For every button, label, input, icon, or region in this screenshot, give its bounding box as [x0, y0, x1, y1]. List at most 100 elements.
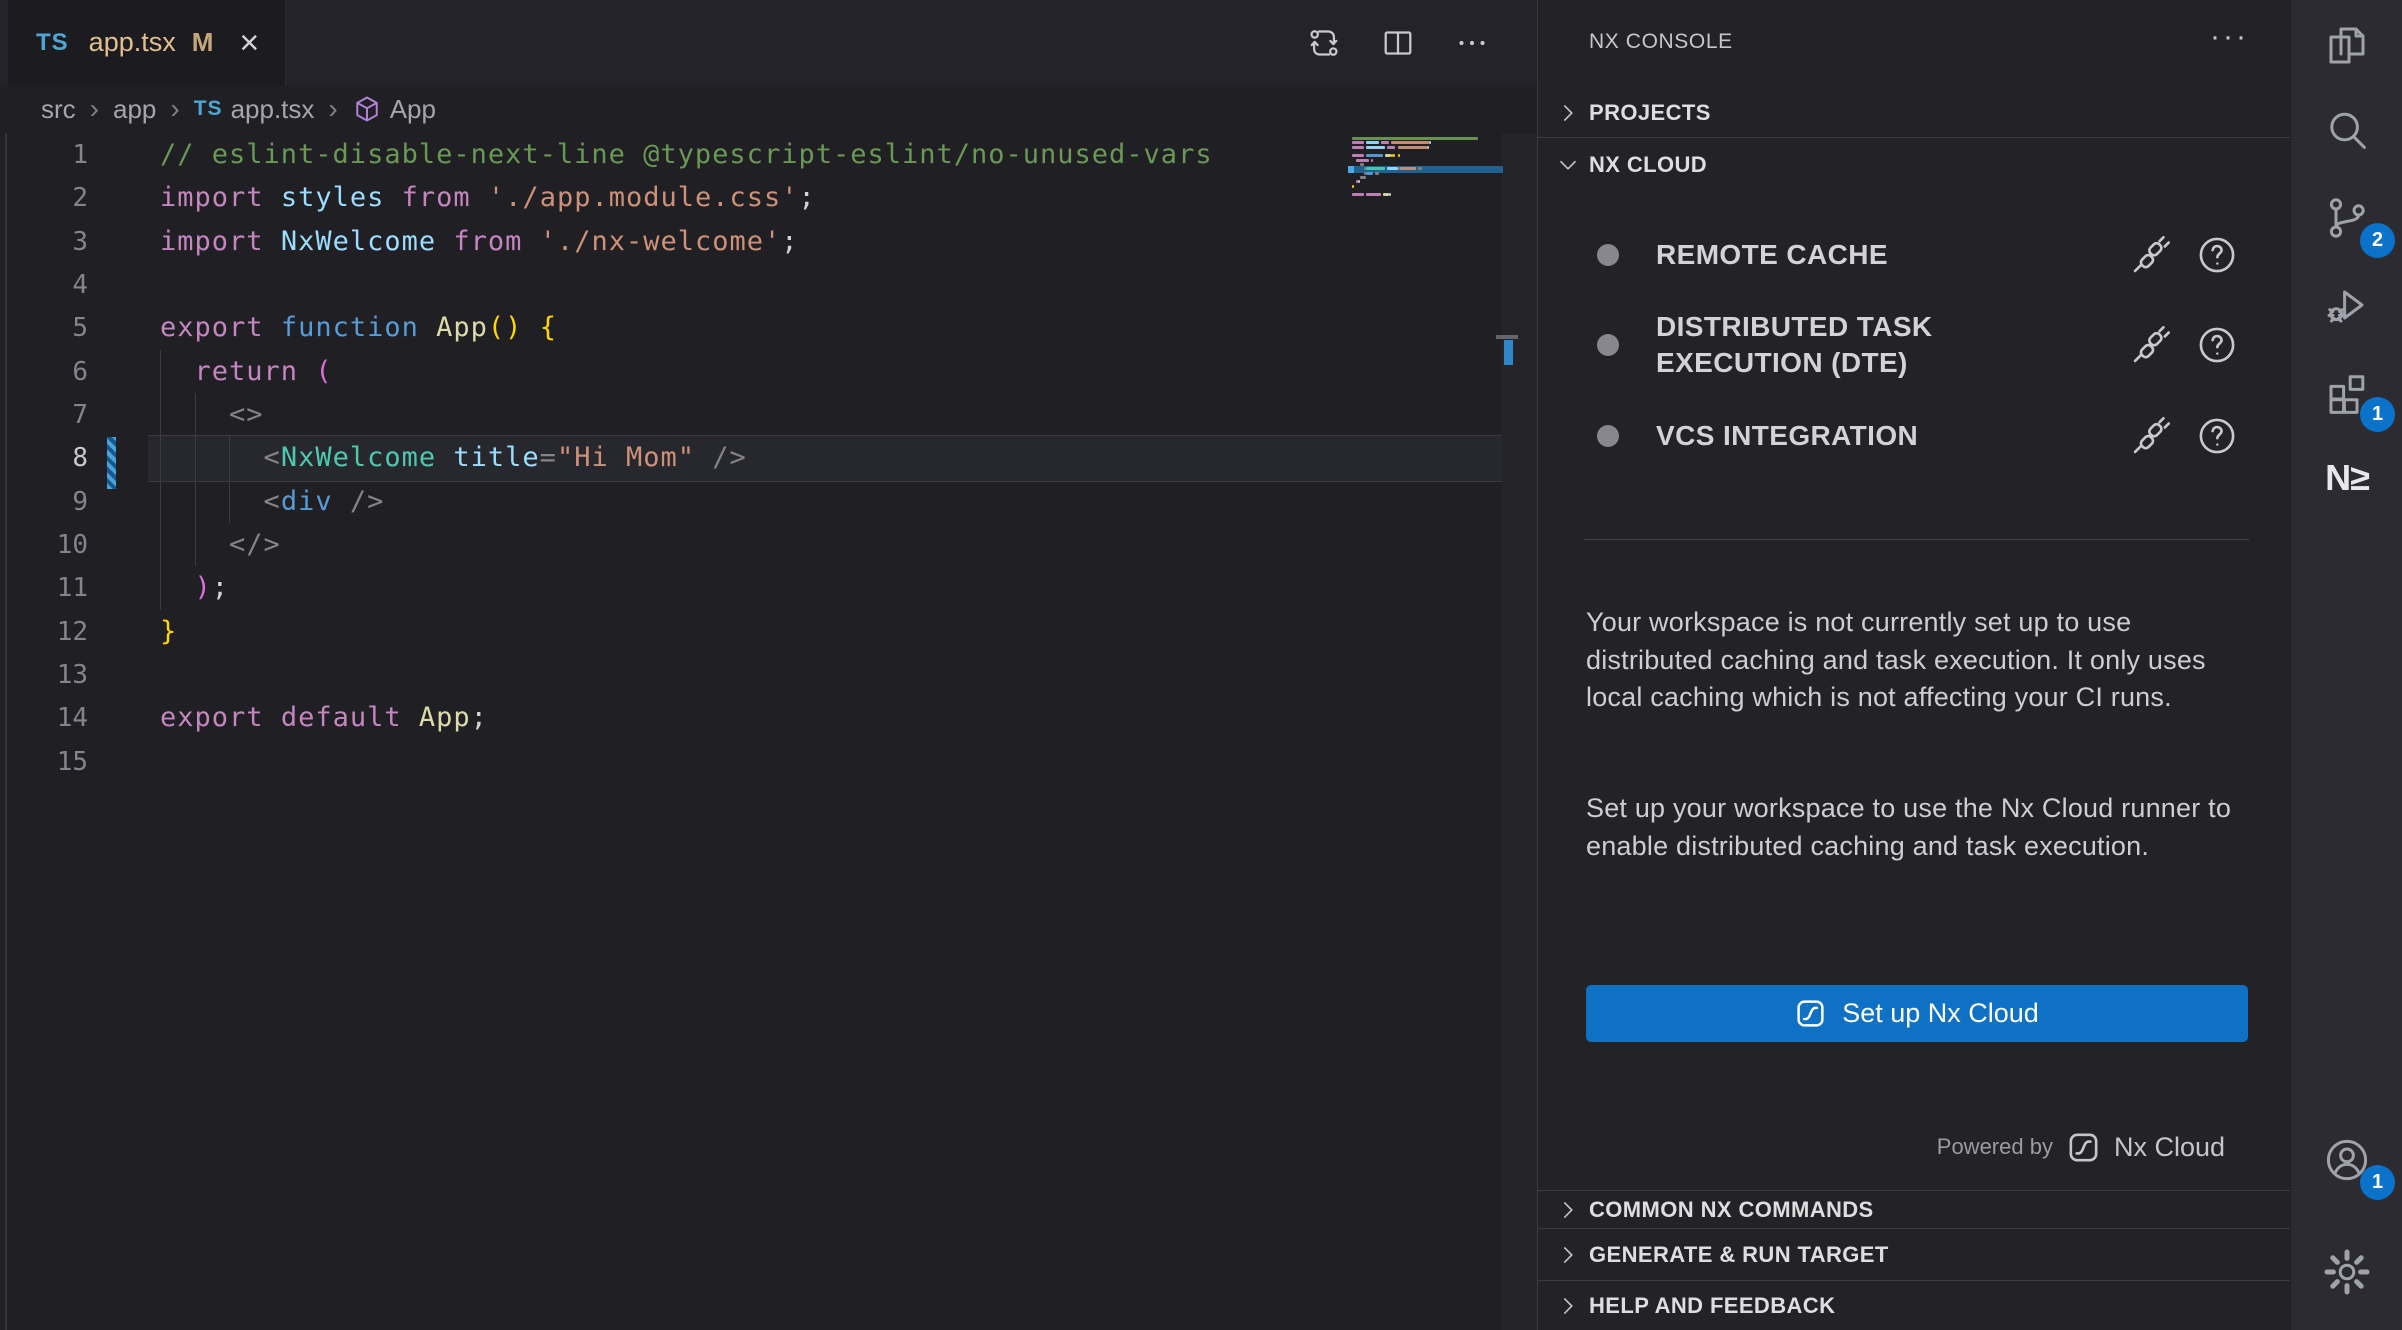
minimap-code-bar	[1389, 193, 1391, 196]
divider	[1584, 539, 2249, 540]
section-projects[interactable]: PROJECTS	[1538, 88, 2291, 138]
code-line[interactable]: 5 export function App() {	[0, 306, 1500, 350]
extensions-icon[interactable]: 1	[2291, 349, 2402, 436]
code-text[interactable]: <NxWelcome title="Hi Mom" />	[160, 436, 747, 480]
breadcrumb-item-app[interactable]: app	[113, 94, 156, 125]
line-number[interactable]: 15	[0, 740, 88, 784]
help-icon[interactable]	[2196, 324, 2238, 366]
line-number[interactable]: 13	[0, 653, 88, 697]
tab-app-tsx[interactable]: TS app.tsx M ×	[8, 0, 286, 85]
minimap-code-bar	[1360, 163, 1364, 166]
line-number[interactable]: 4	[0, 263, 88, 307]
code-line[interactable]: 4	[0, 263, 1500, 307]
line-number[interactable]: 8	[0, 436, 88, 480]
code-text[interactable]: </>	[160, 523, 281, 567]
section-label: PROJECTS	[1589, 100, 1711, 126]
code-line[interactable]: 14 export default App;	[0, 696, 1500, 740]
brand-label: Nx Cloud	[2114, 1132, 2225, 1163]
code-line[interactable]: 10 </>	[0, 523, 1500, 567]
section-nx-cloud[interactable]: NX CLOUD	[1538, 139, 2291, 191]
code-text[interactable]: // eslint-disable-next-line @typescript-…	[160, 133, 1213, 177]
code-text[interactable]: }	[160, 610, 177, 654]
status-bullet-icon	[1597, 334, 1619, 356]
section-common-nx-commands[interactable]: COMMON NX COMMANDS	[1538, 1190, 2291, 1228]
code-line[interactable]: 12}	[0, 610, 1500, 654]
line-number[interactable]: 5	[0, 306, 88, 350]
help-icon[interactable]	[2196, 415, 2238, 457]
feature-row: VCS INTEGRATION	[1538, 409, 2291, 463]
code-text[interactable]: return (	[160, 350, 333, 394]
line-number[interactable]: 14	[0, 696, 88, 740]
minimap[interactable]	[1348, 137, 1503, 377]
nx-console-icon[interactable]: N≥	[2291, 435, 2402, 522]
code-text[interactable]: export default App;	[160, 696, 488, 740]
code-line[interactable]: 13	[0, 653, 1500, 697]
editor-scrollbar[interactable]	[1502, 133, 1537, 1330]
setup-hint-text: Set up your workspace to use the Nx Clou…	[1586, 790, 2262, 865]
minimap-code-bar	[1400, 167, 1417, 170]
code-text[interactable]: <div />	[160, 480, 384, 524]
code-text[interactable]: import styles from './app.module.css';	[160, 176, 816, 220]
code-line[interactable]: 3 import NxWelcome from './nx-welcome';	[0, 220, 1500, 264]
minimap-code-bar	[1393, 154, 1395, 157]
split-editor-icon[interactable]	[1375, 20, 1421, 66]
code-line[interactable]: 2 import styles from './app.module.css';	[0, 176, 1500, 220]
line-number[interactable]: 11	[0, 566, 88, 610]
line-number[interactable]: 3	[0, 220, 88, 264]
button-label: Set up Nx Cloud	[1842, 998, 2039, 1029]
breadcrumb-separator: ›	[328, 93, 337, 125]
git-modified-badge: M	[192, 27, 214, 58]
notification-badge: 1	[2360, 1165, 2395, 1200]
code-line[interactable]: 9 <div />	[0, 480, 1500, 524]
code-text[interactable]: );	[160, 566, 229, 610]
code-line[interactable]: 15	[0, 740, 1500, 784]
code-text[interactable]: export function App() {	[160, 306, 557, 350]
line-number[interactable]: 6	[0, 350, 88, 394]
line-number[interactable]: 2	[0, 176, 88, 220]
chevron-right-icon	[1555, 1242, 1581, 1268]
nx-cloud-icon	[1795, 998, 1826, 1029]
connect-icon[interactable]	[2130, 415, 2172, 457]
line-number[interactable]: 1	[0, 133, 88, 177]
section-generate-run-target[interactable]: GENERATE & RUN TARGET	[1538, 1228, 2291, 1280]
chevron-right-icon	[1555, 1197, 1581, 1223]
source-control-icon[interactable]: 2	[2291, 175, 2402, 262]
section-help-and-feedback[interactable]: HELP AND FEEDBACK	[1538, 1280, 2291, 1330]
search-icon[interactable]	[2291, 88, 2402, 175]
breadcrumb-item-app-tsx[interactable]: TSapp.tsx	[194, 94, 315, 125]
accounts-icon[interactable]: 1	[2291, 1117, 2402, 1204]
line-number[interactable]: 10	[0, 523, 88, 567]
line-number[interactable]: 12	[0, 610, 88, 654]
nx-cloud-icon	[2067, 1131, 2100, 1164]
minimap-code-bar	[1366, 172, 1372, 175]
settings-icon[interactable]	[2291, 1229, 2402, 1316]
minimap-code-bar	[1352, 141, 1364, 144]
code-line[interactable]: 11 );	[0, 566, 1500, 610]
help-icon[interactable]	[2196, 234, 2238, 276]
line-number[interactable]: 7	[0, 393, 88, 437]
overview-ruler-modified-mark	[1504, 340, 1513, 365]
more-actions-icon[interactable]: ···	[2210, 20, 2249, 54]
setup-nx-cloud-button[interactable]: Set up Nx Cloud	[1586, 985, 2248, 1042]
code-text[interactable]: <>	[160, 393, 264, 437]
explorer-icon[interactable]	[2291, 2, 2402, 89]
code-line[interactable]: 7 <>	[0, 393, 1500, 437]
code-editor[interactable]: 1 // eslint-disable-next-line @typescript…	[0, 133, 1537, 1330]
code-text[interactable]: import NxWelcome from './nx-welcome';	[160, 220, 799, 264]
minimap-code-bar	[1391, 141, 1428, 144]
breadcrumb-item-app[interactable]: App	[352, 94, 436, 125]
connect-icon[interactable]	[2130, 234, 2172, 276]
overview-ruler-mark	[1496, 335, 1518, 339]
connect-icon[interactable]	[2130, 324, 2172, 366]
more-actions-icon[interactable]	[1449, 20, 1495, 66]
code-line[interactable]: 6 return (	[0, 350, 1500, 394]
minimap-code-bar	[1366, 141, 1378, 144]
minimap-code-bar	[1387, 146, 1395, 149]
open-changes-icon[interactable]	[1301, 20, 1347, 66]
close-tab-icon[interactable]: ×	[239, 26, 259, 60]
line-number[interactable]: 9	[0, 480, 88, 524]
code-line[interactable]: 1 // eslint-disable-next-line @typescript…	[0, 133, 1500, 177]
breadcrumb-item-src[interactable]: src	[41, 94, 76, 125]
minimap-code-bar	[1356, 159, 1368, 162]
run-debug-icon[interactable]	[2291, 262, 2402, 349]
